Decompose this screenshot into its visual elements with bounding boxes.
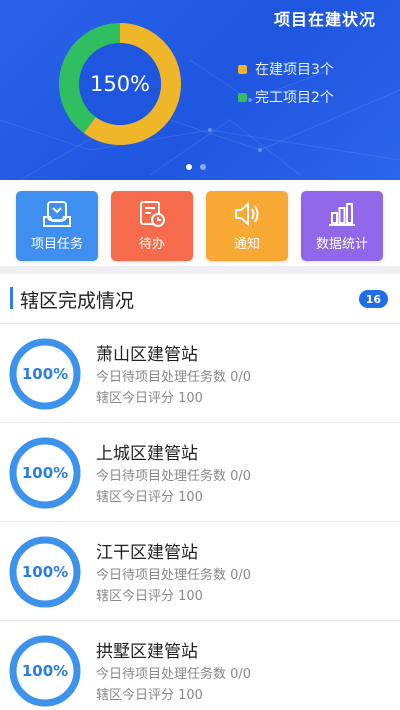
section-header: 辖区完成情况 16 (0, 274, 400, 324)
station-score: 辖区今日评分 100 (96, 688, 203, 703)
notice-label: 通知 (233, 237, 260, 252)
station-tasks: 今日待项目处理任务数 0/0 (96, 568, 252, 583)
legend-label-in-progress: 在建项目3个 (255, 62, 334, 78)
station-score: 辖区今日评分 100 (96, 391, 203, 406)
station-list: 100% 萧山区建管站 今日待项目处理任务数 0/0 辖区今日评分 100 10… (0, 324, 400, 710)
station-name: 拱墅区建管站 (96, 642, 198, 662)
todo-label: 待办 (138, 237, 165, 252)
legend-label-completed: 完工项目2个 (255, 90, 334, 106)
section-divider (0, 266, 400, 274)
page-dot[interactable] (200, 164, 206, 170)
notice-button[interactable]: 通知 (206, 191, 288, 261)
page-dot-active[interactable] (186, 164, 192, 170)
todo-clock-icon (140, 201, 165, 227)
completion-percent: 100% (21, 464, 69, 482)
list-item[interactable]: 100% 上城区建管站 今日待项目处理任务数 0/0 辖区今日评分 100 (0, 423, 400, 522)
donut-percent-label: 150% (89, 72, 151, 96)
project-task-button[interactable]: 项目任务 (16, 191, 98, 261)
count-badge: 16 (358, 290, 388, 308)
legend-item-in-progress: 在建项目3个 (238, 58, 334, 80)
legend-dot-completed (238, 92, 247, 102)
completion-percent: 100% (21, 365, 69, 383)
station-score: 辖区今日评分 100 (96, 589, 203, 604)
data-stats-button[interactable]: 数据统计 (301, 191, 383, 261)
station-tasks: 今日待项目处理任务数 0/0 (96, 469, 252, 484)
list-item[interactable]: 100% 萧山区建管站 今日待项目处理任务数 0/0 辖区今日评分 100 (0, 324, 400, 423)
project-status-banner[interactable]: 项目在建状况 150% 在建项目3个 完工项目2个 (0, 0, 400, 180)
station-name: 萧山区建管站 (96, 345, 198, 365)
station-score: 辖区今日评分 100 (96, 490, 203, 505)
project-task-label: 项目任务 (30, 237, 83, 252)
list-item[interactable]: 100% 拱墅区建管站 今日待项目处理任务数 0/0 辖区今日评分 100 (0, 621, 400, 710)
station-tasks: 今日待项目处理任务数 0/0 (96, 370, 252, 385)
carousel-page-indicator[interactable] (186, 164, 214, 170)
station-name: 江干区建管站 (96, 543, 198, 563)
legend-dot-in-progress (238, 64, 247, 74)
donut-legend: 在建项目3个 完工项目2个 (238, 58, 334, 114)
completion-percent: 100% (21, 662, 69, 680)
section-title: 辖区完成情况 (20, 290, 135, 312)
list-item[interactable]: 100% 江干区建管站 今日待项目处理任务数 0/0 辖区今日评分 100 (0, 522, 400, 621)
station-tasks: 今日待项目处理任务数 0/0 (96, 667, 252, 682)
legend-item-completed: 完工项目2个 (238, 86, 334, 108)
section-accent-bar (10, 287, 13, 309)
banner-title: 项目在建状况 (273, 10, 376, 29)
quick-actions-bar: 项目任务 待办 通知 数据统计 (0, 186, 400, 266)
project-task-icon (43, 201, 71, 227)
speaker-icon (235, 201, 259, 227)
station-name: 上城区建管站 (96, 444, 198, 464)
bar-chart-icon (329, 203, 355, 226)
todo-button[interactable]: 待办 (111, 191, 193, 261)
data-stats-label: 数据统计 (315, 237, 368, 252)
completion-percent: 100% (21, 563, 69, 581)
